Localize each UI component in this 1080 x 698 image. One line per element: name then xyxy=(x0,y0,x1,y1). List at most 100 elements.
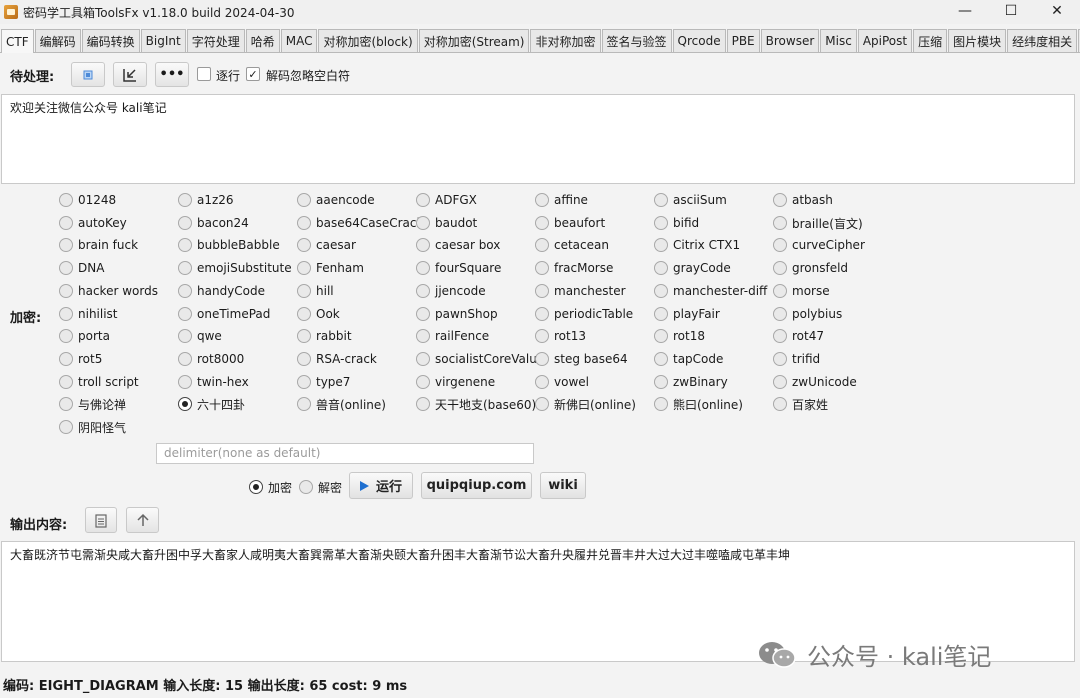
run-button[interactable]: 运行 xyxy=(349,472,413,499)
algorithm-radio[interactable]: oneTimePad xyxy=(178,304,270,324)
algorithm-radio[interactable]: a1z26 xyxy=(178,190,234,210)
algorithm-radio[interactable]: 天干地支(base60) xyxy=(416,394,536,414)
algorithm-radio[interactable]: porta xyxy=(59,326,110,346)
tab-5[interactable]: 哈希 xyxy=(245,29,280,52)
import-button[interactable] xyxy=(113,62,147,87)
algorithm-radio[interactable]: handyCode xyxy=(178,281,265,301)
loop-checkbox[interactable] xyxy=(197,67,211,81)
tab-1[interactable]: 编解码 xyxy=(34,29,81,52)
tab-11[interactable]: Qrcode xyxy=(672,29,726,52)
move-up-button[interactable] xyxy=(126,507,159,533)
algorithm-radio[interactable]: twin-hex xyxy=(178,372,249,392)
copy-output-button[interactable] xyxy=(85,507,117,533)
algorithm-radio[interactable]: periodicTable xyxy=(535,304,633,324)
ignore-space-checkbox[interactable]: ✓ xyxy=(246,67,260,81)
maximize-button[interactable]: ☐ xyxy=(988,0,1034,22)
algorithm-radio[interactable]: 01248 xyxy=(59,190,116,210)
close-button[interactable]: ✕ xyxy=(1034,0,1080,22)
algorithm-radio[interactable]: fracMorse xyxy=(535,258,613,278)
algorithm-radio[interactable]: Fenham xyxy=(297,258,364,278)
algorithm-radio[interactable]: grayCode xyxy=(654,258,731,278)
tab-12[interactable]: PBE xyxy=(726,29,760,52)
tab-6[interactable]: MAC xyxy=(280,29,318,52)
algorithm-radio[interactable]: qwe xyxy=(178,326,222,346)
tab-4[interactable]: 字符处理 xyxy=(186,29,245,52)
more-button[interactable]: ••• xyxy=(155,62,189,87)
copy-button[interactable] xyxy=(71,62,105,87)
algorithm-radio[interactable]: rot5 xyxy=(59,349,102,369)
algorithm-radio[interactable]: tapCode xyxy=(654,349,723,369)
algorithm-radio[interactable]: playFair xyxy=(654,304,720,324)
algorithm-radio[interactable]: rot8000 xyxy=(178,349,244,369)
tab-8[interactable]: 对称加密(Stream) xyxy=(418,29,530,52)
wiki-button[interactable]: wiki xyxy=(540,472,586,499)
algorithm-radio[interactable]: bubbleBabble xyxy=(178,235,280,255)
algorithm-radio[interactable]: railFence xyxy=(416,326,489,346)
algorithm-radio[interactable]: manchester xyxy=(535,281,626,301)
algorithm-radio[interactable]: hill xyxy=(297,281,334,301)
tab-14[interactable]: Misc xyxy=(820,29,857,52)
algorithm-radio[interactable]: bacon24 xyxy=(178,213,249,233)
algorithm-radio[interactable]: aaencode xyxy=(297,190,375,210)
algorithm-radio[interactable]: 与佛论禅 xyxy=(59,394,126,414)
algorithm-radio[interactable]: affine xyxy=(535,190,588,210)
algorithm-radio[interactable]: pawnShop xyxy=(416,304,498,324)
algorithm-radio[interactable]: fourSquare xyxy=(416,258,501,278)
tab-10[interactable]: 签名与验签 xyxy=(601,29,672,52)
algorithm-radio[interactable]: 六十四卦 xyxy=(178,394,245,414)
quipqiup-button[interactable]: quipqiup.com xyxy=(421,472,532,499)
algorithm-radio[interactable]: 熊曰(online) xyxy=(654,394,743,414)
algorithm-radio[interactable]: DNA xyxy=(59,258,104,278)
algorithm-radio[interactable]: vowel xyxy=(535,372,589,392)
algorithm-radio[interactable]: atbash xyxy=(773,190,833,210)
algorithm-radio[interactable]: 阴阳怪气 xyxy=(59,417,126,437)
algorithm-radio[interactable]: virgenene xyxy=(416,372,495,392)
algorithm-radio[interactable]: bifid xyxy=(654,213,699,233)
algorithm-radio[interactable]: morse xyxy=(773,281,830,301)
delimiter-input[interactable]: delimiter(none as default) xyxy=(156,443,534,464)
algorithm-radio[interactable]: hacker words xyxy=(59,281,158,301)
tab-0[interactable]: CTF xyxy=(1,29,34,53)
algorithm-radio[interactable]: ADFGX xyxy=(416,190,477,210)
algorithm-radio[interactable]: rabbit xyxy=(297,326,352,346)
algorithm-radio[interactable]: curveCipher xyxy=(773,235,865,255)
algorithm-radio[interactable]: beaufort xyxy=(535,213,605,233)
algorithm-radio[interactable]: troll script xyxy=(59,372,139,392)
algorithm-radio[interactable]: baudot xyxy=(416,213,477,233)
tab-18[interactable]: 经纬度相关 xyxy=(1007,29,1078,52)
algorithm-radio[interactable]: nihilist xyxy=(59,304,118,324)
algorithm-radio[interactable]: rot47 xyxy=(773,326,824,346)
algorithm-radio[interactable]: 兽音(online) xyxy=(297,394,386,414)
tab-3[interactable]: BigInt xyxy=(140,29,186,52)
tab-2[interactable]: 编码转换 xyxy=(81,29,140,52)
algorithm-radio[interactable]: socialistCoreValue xyxy=(416,349,544,369)
tab-17[interactable]: 图片模块 xyxy=(948,29,1007,52)
algorithm-radio[interactable]: brain fuck xyxy=(59,235,138,255)
algorithm-radio[interactable]: caesar box xyxy=(416,235,500,255)
input-textarea[interactable]: 欢迎关注微信公众号 kali笔记 xyxy=(1,94,1075,184)
encrypt-mode-radio[interactable]: 加密 xyxy=(249,477,292,497)
algorithm-radio[interactable]: gronsfeld xyxy=(773,258,848,278)
algorithm-radio[interactable]: trifid xyxy=(773,349,820,369)
algorithm-radio[interactable]: zwBinary xyxy=(654,372,728,392)
algorithm-radio[interactable]: 百家姓 xyxy=(773,394,828,414)
algorithm-radio[interactable]: manchester-diff xyxy=(654,281,767,301)
algorithm-radio[interactable]: zwUnicode xyxy=(773,372,857,392)
algorithm-radio[interactable]: Ook xyxy=(297,304,340,324)
algorithm-radio[interactable]: emojiSubstitute xyxy=(178,258,292,278)
tab-9[interactable]: 非对称加密 xyxy=(530,29,601,52)
algorithm-radio[interactable]: RSA-crack xyxy=(297,349,377,369)
algorithm-radio[interactable]: rot13 xyxy=(535,326,586,346)
algorithm-radio[interactable]: Citrix CTX1 xyxy=(654,235,740,255)
algorithm-radio[interactable]: rot18 xyxy=(654,326,705,346)
algorithm-radio[interactable]: cetacean xyxy=(535,235,609,255)
algorithm-radio[interactable]: autoKey xyxy=(59,213,127,233)
algorithm-radio[interactable]: caesar xyxy=(297,235,356,255)
algorithm-radio[interactable]: braille(盲文) xyxy=(773,213,863,233)
tab-7[interactable]: 对称加密(block) xyxy=(318,29,418,52)
decrypt-mode-radio[interactable]: 解密 xyxy=(299,477,342,497)
algorithm-radio[interactable]: 新佛曰(online) xyxy=(535,394,636,414)
algorithm-radio[interactable]: asciiSum xyxy=(654,190,727,210)
algorithm-radio[interactable]: steg base64 xyxy=(535,349,628,369)
algorithm-radio[interactable]: base64CaseCrack xyxy=(297,213,423,233)
